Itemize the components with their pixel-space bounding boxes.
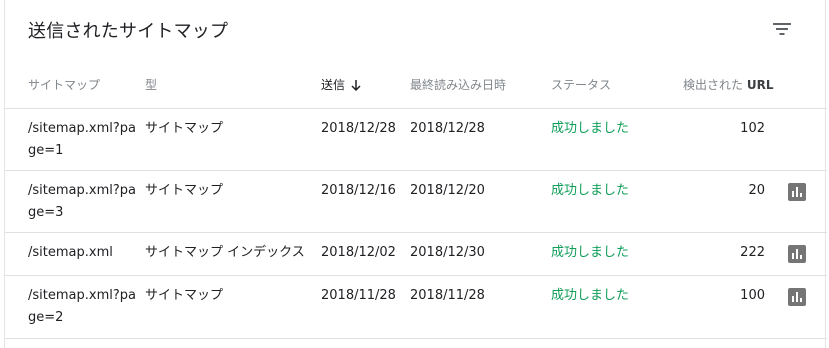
- submitted-date: 2018/11/28: [321, 288, 396, 303]
- sitemap-path: /sitemap.xml: [28, 245, 113, 260]
- status-text: 成功しました: [551, 245, 630, 260]
- last-read-date: 2018/12/30: [410, 245, 485, 260]
- discovered-url-count: 20: [748, 183, 765, 198]
- column-header-discovered-suffix: URL: [746, 78, 774, 92]
- column-header-discovered-prefix: 検出された: [683, 78, 744, 92]
- filter-icon: [773, 23, 791, 35]
- sitemap-type: サイトマップ: [145, 121, 224, 136]
- column-header-submitted-label: 送信: [321, 78, 346, 92]
- row-divider: [5, 232, 827, 233]
- card-title: 送信されたサイトマップ: [28, 21, 229, 42]
- column-header-submitted[interactable]: 送信: [321, 76, 361, 93]
- bar-chart-icon[interactable]: [788, 183, 806, 201]
- discovered-url-count: 222: [740, 245, 765, 260]
- row-divider: [5, 170, 827, 171]
- filter-button[interactable]: [767, 16, 797, 42]
- submitted-date: 2018/12/16: [321, 183, 396, 198]
- last-read-date: 2018/12/28: [410, 121, 485, 136]
- arrow-down-icon: [351, 79, 361, 91]
- status-text: 成功しました: [551, 183, 630, 198]
- submitted-date: 2018/12/02: [321, 245, 396, 260]
- sitemap-type: サイトマップ: [145, 183, 224, 198]
- status-text: 成功しました: [551, 121, 630, 136]
- sitemap-path: /sitemap.xml?page=1: [28, 121, 136, 158]
- status-text: 成功しました: [551, 288, 630, 303]
- column-header-sitemap[interactable]: サイトマップ: [28, 76, 100, 93]
- header-divider: [5, 108, 827, 109]
- sitemap-type: サイトマップ インデックス: [145, 245, 305, 260]
- discovered-url-count: 100: [740, 288, 765, 303]
- row-divider: [5, 275, 827, 276]
- column-header-discovered-urls[interactable]: 検出された URL: [683, 76, 773, 93]
- bar-chart-icon[interactable]: [788, 288, 806, 306]
- last-read-date: 2018/11/28: [410, 288, 485, 303]
- column-header-status[interactable]: ステータス: [551, 76, 611, 93]
- sitemap-path: /sitemap.xml?page=3: [28, 183, 136, 220]
- row-divider: [5, 338, 827, 339]
- column-header-last-read[interactable]: 最終読み込み日時: [410, 76, 506, 93]
- column-header-type[interactable]: 型: [145, 76, 157, 93]
- last-read-date: 2018/12/20: [410, 183, 485, 198]
- sitemap-path: /sitemap.xml?page=2: [28, 288, 136, 325]
- sitemap-type: サイトマップ: [145, 288, 224, 303]
- submitted-date: 2018/12/28: [321, 121, 396, 136]
- submitted-sitemaps-card: 送信されたサイトマップ サイトマップ 型 送信 最終読み込み日時 ステータス 検…: [4, 0, 827, 348]
- discovered-url-count: 102: [740, 121, 765, 136]
- bar-chart-icon[interactable]: [788, 245, 806, 263]
